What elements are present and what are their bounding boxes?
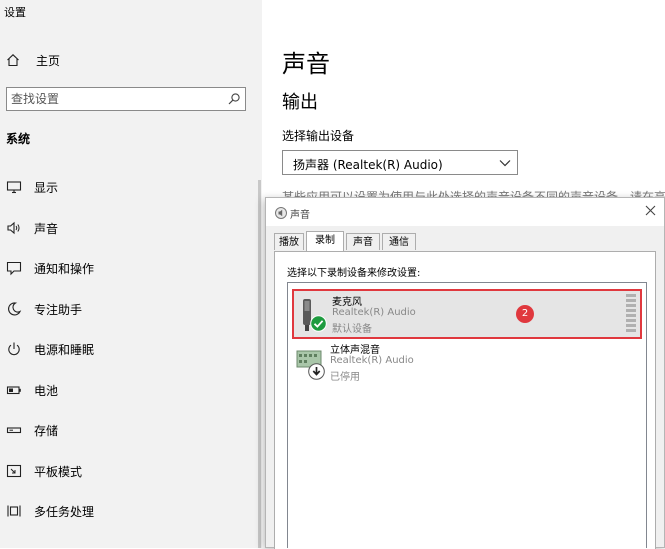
tab-sounds[interactable]: 声音 bbox=[346, 233, 380, 250]
disabled-arrow-icon bbox=[308, 363, 325, 380]
page-title: 声音 bbox=[282, 50, 330, 78]
device-status: 默认设备 bbox=[332, 324, 372, 335]
monitor-icon bbox=[6, 181, 22, 194]
notification-icon bbox=[6, 261, 22, 276]
device-item-microphone[interactable]: 麦克风 Realtek(R) Audio 默认设备 2 bbox=[292, 289, 642, 339]
dialog-titlebar[interactable]: 声音 bbox=[266, 198, 664, 226]
section-title: 系统 bbox=[6, 132, 31, 146]
recording-device-list: 麦克风 Realtek(R) Audio 默认设备 2 立体声混音 Realte… bbox=[287, 282, 647, 548]
sidebar-scrollbar[interactable] bbox=[258, 180, 261, 548]
search-icon[interactable] bbox=[227, 92, 241, 106]
level-meter bbox=[626, 294, 636, 332]
output-section-title: 输出 bbox=[282, 92, 318, 113]
sidebar-item-label: 平板模式 bbox=[34, 464, 83, 479]
recording-instruction: 选择以下录制设备来修改设置: bbox=[287, 268, 421, 279]
sidebar-item-label: 多任务处理 bbox=[34, 504, 95, 519]
sidebar-item-sound[interactable]: 声音 bbox=[6, 218, 58, 238]
battery-icon bbox=[6, 386, 21, 395]
multitask-icon bbox=[7, 505, 21, 517]
sound-app-icon bbox=[275, 207, 287, 219]
default-check-icon bbox=[310, 315, 327, 332]
sidebar-item-label: 主页 bbox=[36, 53, 61, 68]
sidebar-item-label: 专注助手 bbox=[34, 302, 83, 317]
device-status: 已停用 bbox=[330, 372, 360, 383]
sound-dialog: 声音 播放 录制 声音 通信 选择以下录制设备来修改设置: 麦克风 Realte… bbox=[265, 197, 665, 549]
close-icon[interactable] bbox=[645, 205, 656, 216]
sidebar-item-label: 声音 bbox=[34, 221, 59, 236]
search-input[interactable] bbox=[11, 91, 216, 107]
tablet-icon bbox=[6, 464, 22, 478]
sidebar-item-display[interactable]: 显示 bbox=[6, 177, 58, 197]
sidebar-item-label: 存储 bbox=[34, 423, 59, 438]
chevron-down-icon bbox=[499, 160, 511, 167]
recording-tab-panel: 选择以下录制设备来修改设置: 麦克风 Realtek(R) Audio 默认设备… bbox=[274, 251, 656, 549]
sidebar-item-label: 显示 bbox=[34, 180, 59, 195]
sidebar-item-home[interactable]: 主页 bbox=[6, 50, 60, 70]
speaker-icon bbox=[7, 221, 20, 235]
output-device-label: 选择输出设备 bbox=[282, 129, 355, 143]
tab-communications[interactable]: 通信 bbox=[382, 233, 416, 250]
device-name: 麦克风 bbox=[332, 297, 362, 308]
app-title: 设置 bbox=[4, 6, 26, 19]
device-driver: Realtek(R) Audio bbox=[332, 307, 416, 318]
step-badge: 2 bbox=[516, 305, 534, 323]
output-device-value: 扬声器 (Realtek(R) Audio) bbox=[293, 158, 443, 172]
device-driver: Realtek(R) Audio bbox=[330, 355, 414, 366]
sidebar-item-notifications[interactable]: 通知和操作 bbox=[6, 258, 94, 278]
tab-recording[interactable]: 录制 bbox=[306, 231, 344, 251]
sidebar-item-battery[interactable]: 电池 bbox=[6, 380, 58, 400]
home-icon bbox=[7, 54, 19, 67]
sidebar-item-storage[interactable]: 存储 bbox=[6, 420, 58, 440]
storage-icon bbox=[6, 427, 22, 434]
sidebar-item-power[interactable]: 电源和睡眠 bbox=[6, 339, 94, 359]
sidebar-item-focus-assist[interactable]: 专注助手 bbox=[6, 299, 82, 319]
device-item-stereo-mix[interactable]: 立体声混音 Realtek(R) Audio 已停用 bbox=[292, 339, 642, 389]
settings-sidebar: 设置 主页 系统 显示 声音 通知和操作 bbox=[0, 0, 262, 548]
sidebar-item-label: 电源和睡眠 bbox=[34, 342, 95, 357]
sidebar-item-label: 电池 bbox=[34, 383, 59, 398]
sidebar-item-multitasking[interactable]: 多任务处理 bbox=[6, 501, 94, 521]
sidebar-item-label: 通知和操作 bbox=[34, 261, 95, 276]
device-name: 立体声混音 bbox=[330, 345, 380, 356]
sidebar-item-tablet-mode[interactable]: 平板模式 bbox=[6, 461, 82, 481]
tab-playback[interactable]: 播放 bbox=[274, 233, 304, 250]
dialog-title: 声音 bbox=[290, 210, 310, 221]
moon-icon bbox=[8, 302, 22, 316]
search-box bbox=[6, 87, 246, 111]
power-icon bbox=[8, 342, 20, 356]
output-device-select[interactable]: 扬声器 (Realtek(R) Audio) bbox=[282, 150, 518, 175]
